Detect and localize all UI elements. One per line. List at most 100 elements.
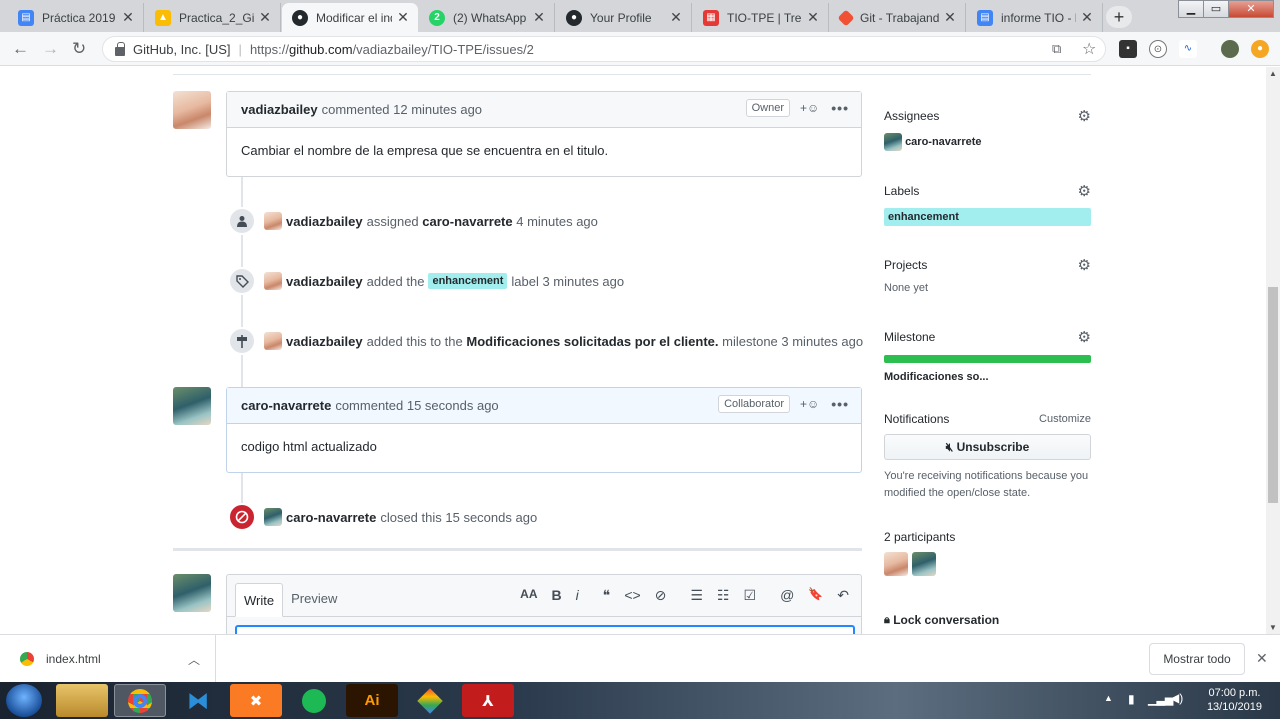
assignee-name[interactable]: caro-navarrete <box>905 136 981 148</box>
scroll-up-icon[interactable]: ▲ <box>1269 69 1277 78</box>
tab-informe-tio[interactable]: ▤ informe TIO - D ✕ <box>967 3 1103 32</box>
chevron-up-icon[interactable]: ︿ <box>188 651 200 668</box>
gear-icon[interactable]: ⚙ <box>1078 182 1091 200</box>
event-actor[interactable]: vadiazbailey <box>286 334 363 349</box>
close-tab-icon[interactable]: ✕ <box>532 9 546 26</box>
more-options-icon[interactable]: ••• <box>831 100 849 116</box>
label-chip[interactable]: enhancement <box>884 208 1091 226</box>
heading-icon[interactable]: AA <box>520 587 537 604</box>
close-window-button[interactable]: ✕ <box>1228 0 1274 18</box>
comment-timestamp[interactable]: commented 15 seconds ago <box>335 398 498 413</box>
spotify-icon[interactable] <box>288 684 340 717</box>
new-tab-button[interactable]: + <box>1106 6 1132 28</box>
comment-timestamp[interactable]: commented 12 minutes ago <box>322 102 482 117</box>
file-explorer-icon[interactable] <box>56 684 108 717</box>
close-tab-icon[interactable]: ✕ <box>396 9 410 26</box>
extension-icon[interactable]: ∿ <box>1179 40 1197 58</box>
link-icon[interactable]: ⊘ <box>655 587 667 604</box>
bookmark-star-icon[interactable]: ☆ <box>1082 39 1096 59</box>
tab-whatsapp[interactable]: 2 (2) WhatsApp ✕ <box>419 3 555 32</box>
customize-link[interactable]: Customize <box>1039 413 1091 425</box>
comment-author[interactable]: vadiazbailey <box>241 102 318 117</box>
minimize-button[interactable]: ▁ <box>1178 0 1204 18</box>
avatar[interactable] <box>912 552 936 576</box>
show-all-button[interactable]: Mostrar todo <box>1149 643 1245 675</box>
tab-practica-2019[interactable]: ▤ Práctica 2019 - ✕ <box>8 3 144 32</box>
scrollbar-thumb[interactable] <box>1268 287 1278 503</box>
add-reaction-icon[interactable]: +☺ <box>800 397 819 411</box>
label-chip[interactable]: enhancement <box>428 273 508 289</box>
reply-icon[interactable]: ↶ <box>837 587 849 604</box>
download-item[interactable]: index.html ︿ <box>0 635 216 683</box>
task-list-icon[interactable]: ☑ <box>744 587 757 604</box>
quote-icon[interactable]: ❝ <box>603 587 611 604</box>
close-tab-icon[interactable]: ✕ <box>1080 9 1094 26</box>
event-actor[interactable]: vadiazbailey <box>286 214 363 229</box>
tab-git-trabajando[interactable]: Git - Trabajand ✕ <box>830 3 966 32</box>
xampp-icon[interactable]: ✖ <box>230 684 282 717</box>
comment-author[interactable]: caro-navarrete <box>241 398 331 413</box>
address-bar[interactable]: GitHub, Inc. [US] | https://github.com/v… <box>102 36 1106 62</box>
acrobat-icon[interactable]: ⅄ <box>462 684 514 717</box>
extension-icon[interactable]: ▪ <box>1119 40 1137 58</box>
start-button[interactable] <box>6 684 42 717</box>
forward-arrow-icon[interactable]: → <box>42 39 59 59</box>
profile-avatar-icon[interactable] <box>1221 40 1239 58</box>
extension-icon[interactable]: ● <box>1251 40 1269 58</box>
reload-icon[interactable]: ↻ <box>72 39 86 59</box>
more-options-icon[interactable]: ••• <box>831 396 849 412</box>
avatar[interactable] <box>173 91 211 129</box>
lock-conversation-link[interactable]: 🔒︎ Lock conversation <box>884 613 1091 627</box>
avatar[interactable] <box>884 552 908 576</box>
milestone-link[interactable]: Modificaciones solicitadas por el client… <box>466 334 718 349</box>
tab-write[interactable]: Write <box>235 583 284 617</box>
avatar[interactable] <box>264 212 282 230</box>
gear-icon[interactable]: ⚙ <box>1078 107 1091 125</box>
italic-icon[interactable]: i <box>576 587 579 604</box>
translate-icon[interactable]: ⧉ <box>1052 41 1061 57</box>
milestone-link[interactable]: Modificaciones so... <box>884 371 1091 383</box>
tab-your-profile[interactable]: ● Your Profile ✕ <box>556 3 692 32</box>
event-time[interactable]: 4 minutes ago <box>516 214 598 229</box>
event-actor[interactable]: vadiazbailey <box>286 274 363 289</box>
page-scrollbar[interactable]: ▲ ▼ <box>1266 67 1280 634</box>
code-icon[interactable]: <> <box>624 587 640 604</box>
comment-textarea[interactable] <box>235 625 855 634</box>
avatar[interactable] <box>264 272 282 290</box>
vscode-icon[interactable]: ⧓ <box>172 684 224 717</box>
bookmark-icon[interactable]: 🔖 <box>808 587 823 604</box>
close-tab-icon[interactable]: ✕ <box>669 9 683 26</box>
bold-icon[interactable]: B <box>552 587 562 604</box>
gear-icon[interactable]: ⚙ <box>1078 328 1091 346</box>
close-tab-icon[interactable]: ✕ <box>806 9 820 26</box>
close-tab-icon[interactable]: ✕ <box>943 9 957 26</box>
add-reaction-icon[interactable]: +☺ <box>800 101 819 115</box>
illustrator-icon[interactable]: Ai <box>346 684 398 717</box>
scroll-down-icon[interactable]: ▼ <box>1269 623 1277 632</box>
close-tab-icon[interactable]: ✕ <box>258 9 272 26</box>
mention-icon[interactable]: @ <box>780 587 794 604</box>
event-time[interactable]: 15 seconds ago <box>445 510 537 525</box>
extension-icon[interactable]: ⊙ <box>1149 40 1167 58</box>
avatar[interactable] <box>173 387 211 425</box>
unsubscribe-button[interactable]: 🔇︎ Unsubscribe <box>884 434 1091 460</box>
avatar[interactable] <box>264 508 282 526</box>
tab-trello[interactable]: ▦ TIO-TPE | Trello ✕ <box>693 3 829 32</box>
back-arrow-icon[interactable]: ← <box>12 39 29 59</box>
system-clock[interactable]: 07:00 p.m. 13/10/2019 <box>1207 686 1262 714</box>
close-tab-icon[interactable]: ✕ <box>121 9 135 26</box>
battery-icon[interactable]: ▮ <box>1128 692 1135 706</box>
bullet-list-icon[interactable]: ☰ <box>690 587 703 604</box>
git-client-icon[interactable] <box>404 684 456 717</box>
close-download-bar-icon[interactable]: ✕ <box>1256 650 1268 667</box>
tab-modificar-issue[interactable]: ● Modificar el ind ✕ <box>282 3 418 32</box>
gear-icon[interactable]: ⚙ <box>1078 256 1091 274</box>
avatar[interactable] <box>264 332 282 350</box>
event-target[interactable]: caro-navarrete <box>422 214 512 229</box>
chrome-icon[interactable] <box>114 684 166 717</box>
tab-practica-2-git[interactable]: ▲ Practica_2_Git_I ✕ <box>145 3 281 32</box>
show-hidden-icons-icon[interactable]: ▲ <box>1104 693 1113 703</box>
avatar[interactable] <box>884 133 902 151</box>
maximize-button[interactable]: ▭ <box>1203 0 1229 18</box>
numbered-list-icon[interactable]: ☷ <box>717 587 730 604</box>
